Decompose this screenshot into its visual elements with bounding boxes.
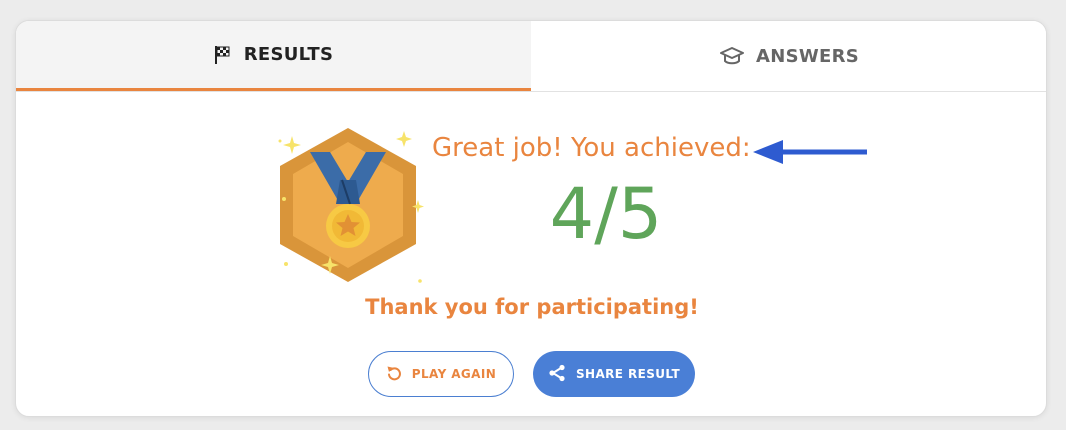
tab-results-label: RESULTS (243, 44, 334, 65)
tab-answers-label: ANSWERS (755, 45, 860, 67)
score-value: 4/5 (549, 173, 663, 255)
results-card: RESULTS ANSWERS Great job! You achieved:… (15, 20, 1047, 417)
thank-you-message: Thank you for participating! (365, 295, 699, 319)
checkered-flag-icon (214, 45, 232, 65)
play-again-label: PLAY AGAIN (411, 367, 497, 381)
result-heading: Great job! You achieved: (432, 133, 751, 163)
share-icon (548, 364, 566, 385)
tab-bar: RESULTS ANSWERS (16, 21, 1046, 92)
medal-badge-icon (278, 128, 424, 283)
share-result-label: SHARE RESULT (575, 367, 681, 381)
replay-icon (386, 365, 402, 384)
graduation-cap-icon (719, 46, 744, 66)
tab-results[interactable]: RESULTS (16, 21, 531, 91)
tab-answers[interactable]: ANSWERS (531, 21, 1046, 91)
play-again-button[interactable]: PLAY AGAIN (368, 351, 514, 397)
annotation-arrow-icon (753, 140, 867, 164)
share-result-button[interactable]: SHARE RESULT (533, 351, 695, 397)
